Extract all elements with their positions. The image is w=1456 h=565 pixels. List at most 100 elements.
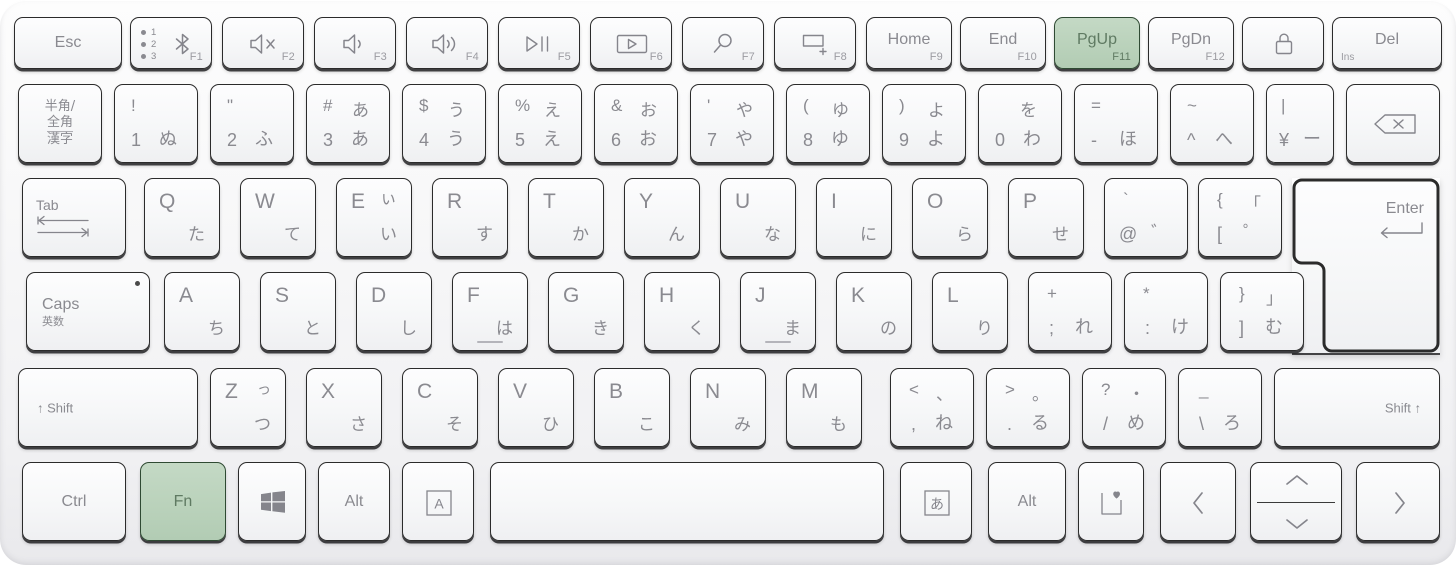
key-u[interactable]: U な (720, 178, 796, 257)
key-tab[interactable]: Tab (22, 178, 126, 257)
key-digit-6[interactable]: & お 6 お (594, 84, 678, 163)
key-digit-9[interactable]: ) よ 9 よ (882, 84, 966, 163)
key-windows[interactable] (238, 462, 306, 541)
key-bracket-left[interactable]: { 「 [ ゜ (1198, 178, 1282, 257)
key-a[interactable]: A ち (164, 272, 240, 351)
key-muhenkan[interactable]: A (402, 462, 474, 541)
key-backspace[interactable] (1346, 84, 1440, 163)
key-digit-0[interactable]: を 0 わ (978, 84, 1062, 163)
key-slash[interactable]: ? ・ / め (1082, 368, 1166, 447)
key-digit-4-kana: う (447, 129, 465, 150)
key-comma-main: , (911, 414, 917, 434)
key-digit-4[interactable]: $ う 4 う (402, 84, 486, 163)
key-favorites[interactable] (1078, 462, 1144, 541)
key-f[interactable]: F は (452, 272, 528, 351)
key-slash-main: / (1103, 414, 1109, 434)
key-henkan[interactable]: あ (900, 462, 972, 541)
key-at[interactable]: ` @ ゛ (1104, 178, 1188, 257)
key-n-kana: み (734, 415, 751, 435)
key-period[interactable]: > 。 . る (986, 368, 1070, 447)
key-s[interactable]: S と (260, 272, 336, 351)
key-ctrl[interactable]: Ctrl (22, 462, 126, 541)
key-yen-shift: | (1281, 96, 1286, 115)
key-end[interactable]: End F10 (960, 17, 1046, 69)
key-alt-left[interactable]: Alt (318, 462, 390, 541)
key-new-desktop[interactable]: F8 (774, 17, 856, 69)
key-play-pause[interactable]: F5 (498, 17, 580, 69)
key-arrow-up-down[interactable] (1250, 462, 1342, 541)
key-hankaku-zenkaku[interactable]: 半角/ 全角 漢字 (18, 84, 102, 163)
key-z[interactable]: Z っ つ (210, 368, 286, 447)
key-colon[interactable]: * : け (1124, 272, 1208, 351)
key-t[interactable]: T か (528, 178, 604, 257)
key-lock[interactable] (1242, 17, 1324, 69)
key-pgdn[interactable]: PgDn F12 (1148, 17, 1234, 69)
key-e-kana-small: ぃ (380, 189, 397, 209)
key-j[interactable]: J ま (740, 272, 816, 351)
key-x[interactable]: X さ (306, 368, 382, 447)
key-backslash-shift: _ (1199, 380, 1209, 399)
key-e[interactable]: E ぃ い (336, 178, 412, 257)
key-fn[interactable]: Fn (140, 462, 226, 541)
key-search[interactable]: F7 (682, 17, 764, 69)
key-semicolon[interactable]: + ; れ (1028, 272, 1112, 351)
key-c[interactable]: C そ (402, 368, 478, 447)
key-q[interactable]: Q た (144, 178, 220, 257)
key-period-kana-top: 。 (1032, 385, 1049, 405)
key-l[interactable]: L り (932, 272, 1008, 351)
key-bracket-right[interactable]: } 」 ] む (1220, 272, 1304, 351)
key-digit-3[interactable]: # あ 3 あ (306, 84, 390, 163)
key-w[interactable]: W て (240, 178, 316, 257)
key-alt-right[interactable]: Alt (988, 462, 1066, 541)
key-at-kana: ゛ (1151, 223, 1169, 244)
key-digit-1[interactable]: ! 1 ぬ (114, 84, 198, 163)
key-bluetooth[interactable]: 1 2 3 F1 (130, 17, 212, 69)
key-esc[interactable]: Esc (14, 17, 122, 69)
key-arrow-right[interactable] (1356, 462, 1440, 541)
key-i[interactable]: I に (816, 178, 892, 257)
key-pgup[interactable]: PgUp F11 (1054, 17, 1140, 69)
screen-play-icon (616, 33, 648, 55)
key-arrow-left[interactable] (1160, 462, 1236, 541)
key-home[interactable]: Home F9 (866, 17, 952, 69)
key-n-letter: N (705, 380, 721, 403)
key-minus[interactable]: = - ほ (1074, 84, 1158, 163)
key-mute[interactable]: F2 (222, 17, 304, 69)
key-shift-right[interactable]: Shift ↑ (1274, 368, 1440, 447)
key-p[interactable]: P せ (1008, 178, 1084, 257)
key-period-main: . (1007, 414, 1013, 434)
key-m[interactable]: M も (786, 368, 862, 447)
key-digit-8[interactable]: ( ゆ 8 ゆ (786, 84, 870, 163)
key-g[interactable]: G き (548, 272, 624, 351)
key-r[interactable]: R す (432, 178, 508, 257)
key-project[interactable]: F6 (590, 17, 672, 69)
key-delete[interactable]: Del Ins (1332, 17, 1442, 69)
key-o[interactable]: O ら (912, 178, 988, 257)
key-h[interactable]: H く (644, 272, 720, 351)
key-yen[interactable]: | ¥ ー (1266, 84, 1334, 163)
key-k-letter: K (851, 284, 866, 307)
bluetooth-channel-1: 1 (151, 27, 157, 38)
key-v[interactable]: V ひ (498, 368, 574, 447)
key-f10-label: F10 (1017, 51, 1037, 63)
key-digit-7[interactable]: ' や 7 や (690, 84, 774, 163)
key-k[interactable]: K の (836, 272, 912, 351)
key-shift-left[interactable]: ↑ Shift (18, 368, 198, 447)
key-y[interactable]: Y ん (624, 178, 700, 257)
key-capslock[interactable]: Caps 英数 (26, 272, 150, 351)
key-caret[interactable]: ~ ^ へ (1170, 84, 1254, 163)
key-digit-5[interactable]: % え 5 え (498, 84, 582, 163)
key-n[interactable]: N み (690, 368, 766, 447)
key-backslash[interactable]: _ \ ろ (1178, 368, 1262, 447)
key-d[interactable]: D し (356, 272, 432, 351)
key-volume-up[interactable]: F4 (406, 17, 488, 69)
key-b[interactable]: B こ (594, 368, 670, 447)
key-enter[interactable]: Enter (1292, 178, 1440, 353)
key-comma[interactable]: < 、 , ね (890, 368, 974, 447)
key-volume-down[interactable]: F3 (314, 17, 396, 69)
key-digit-8-shift: ( (803, 96, 809, 115)
key-digit-2[interactable]: " 2 ふ (210, 84, 294, 163)
key-digit-9-shift: ) (899, 96, 905, 115)
speaker-high-icon (431, 33, 463, 55)
key-space[interactable] (490, 462, 884, 541)
